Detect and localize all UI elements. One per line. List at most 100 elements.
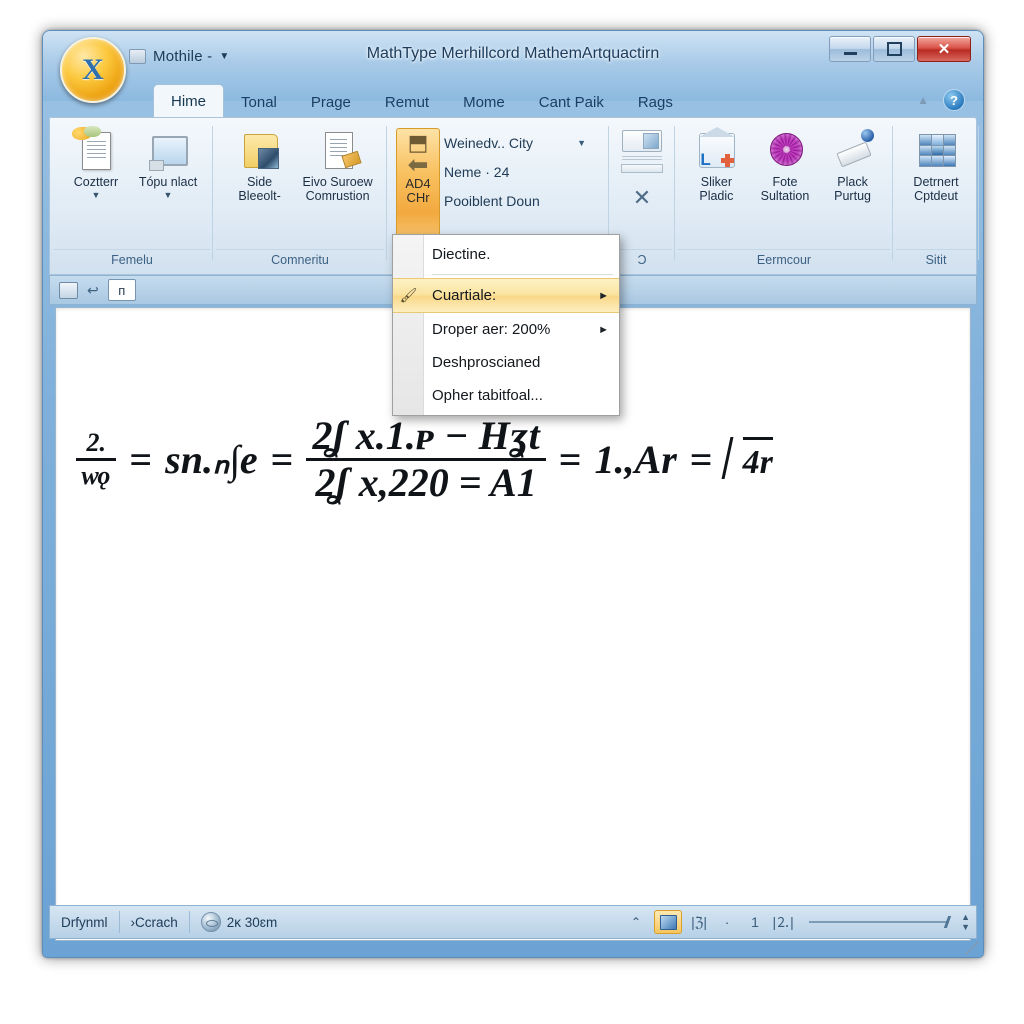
button-eivo-suroew[interactable]: Eivo Suroew Comrustion bbox=[297, 126, 378, 203]
fraction-denominator: 2ʆ x,220 = A1 bbox=[315, 460, 537, 505]
menu-separator bbox=[432, 274, 613, 275]
tab-tonal[interactable]: Tonal bbox=[224, 87, 294, 117]
document-note-icon bbox=[72, 126, 118, 172]
chevron-up-icon[interactable]: ▲ bbox=[917, 93, 929, 107]
application-window: X Mothile - ▼ MathType Merhillcord Mathe… bbox=[42, 30, 984, 958]
button-label-2: Comrustion bbox=[305, 189, 370, 203]
flower-wheel-icon bbox=[763, 130, 807, 172]
window-controls: ✕ bbox=[829, 36, 971, 62]
button-coztterr[interactable]: Coztterr ▼ bbox=[60, 126, 132, 200]
equation-content[interactable]: 2. ᴡǫ = sn.ₙ∫e = 2ʆ x.1.ᴘ − Hʓt 2ʆ x,220… bbox=[76, 416, 960, 503]
submenu-arrow-icon: ► bbox=[598, 323, 609, 336]
group-divider bbox=[212, 126, 213, 260]
view-draft-button[interactable]: |⒉| bbox=[771, 912, 795, 933]
quick-access-doc-label: Mothile - bbox=[153, 47, 213, 65]
ribbon-tabs: Hime Tonal Prage Remut Mome Cant Paik Ra… bbox=[153, 83, 690, 117]
status-page-info[interactable]: 2ᴋ 30ɛm bbox=[190, 911, 288, 933]
button-sliker-pladic[interactable]: L Sliker Pladic bbox=[684, 126, 749, 203]
house-add-icon: L bbox=[694, 127, 738, 172]
orb-glyph-icon: X bbox=[82, 53, 104, 86]
tab-remut[interactable]: Remut bbox=[368, 87, 446, 117]
resize-grip[interactable] bbox=[965, 941, 979, 955]
stamp-icon[interactable] bbox=[59, 281, 78, 299]
ribbon-group-label: Eermcour bbox=[678, 249, 890, 270]
pi-button[interactable]: ᴨ bbox=[107, 279, 136, 301]
chevron-down-icon[interactable]: ▼ bbox=[92, 190, 101, 200]
ribbon-group-items: Side Bleeolt- Eivo Suroew Comrustion bbox=[216, 120, 384, 244]
chevron-up-icon[interactable]: ⌃ bbox=[621, 915, 651, 929]
stepper-down-icon[interactable]: ▼ bbox=[961, 923, 970, 932]
font-combo-stack: Weinedv.. City ▼ Neme · 24 Pooiblent Dou… bbox=[440, 126, 590, 212]
office-orb-button[interactable]: X bbox=[60, 37, 126, 103]
save-icon[interactable] bbox=[129, 48, 146, 64]
equals-sign-2: = bbox=[270, 437, 294, 482]
button-fote-sultation[interactable]: Fote Sultation bbox=[749, 126, 821, 203]
button-label: Detrnert bbox=[913, 175, 959, 189]
grid-layout-icon bbox=[914, 130, 958, 172]
button-label: Coztterr bbox=[73, 175, 119, 189]
menu-item-opher-tabitfoal[interactable]: Opher tabitfoal... bbox=[393, 379, 619, 412]
minimize-button[interactable] bbox=[829, 36, 871, 62]
submenu-arrow-icon: ► bbox=[598, 289, 609, 302]
font-size-combo[interactable]: Neme · 24 bbox=[440, 161, 590, 183]
status-item-drfynml[interactable]: Drfynml bbox=[50, 911, 120, 933]
menu-item-cuartiale[interactable]: 🖌 Cuartiale: ► bbox=[393, 278, 619, 313]
button-side-bleeolt[interactable]: Side Bleeolt- bbox=[222, 126, 297, 203]
help-icon[interactable]: ? bbox=[943, 89, 965, 111]
menu-item-droper-aer[interactable]: Droper aer: 200% ► bbox=[393, 313, 619, 346]
preview-stack[interactable]: ✕ bbox=[618, 126, 666, 209]
ribbon-group-preview: ✕ Ɔ bbox=[612, 120, 672, 270]
maximize-button[interactable] bbox=[873, 36, 915, 62]
button-ad4-chr[interactable]: ⬒ ⬅ AD4 CHr bbox=[396, 128, 440, 250]
group-divider bbox=[978, 126, 979, 260]
view-web-layout-button[interactable]: · bbox=[715, 912, 739, 933]
font-name-combo[interactable]: Weinedv.. City ▼ bbox=[440, 132, 590, 154]
tab-cant-paik[interactable]: Cant Paik bbox=[522, 87, 621, 117]
style-combo[interactable]: Pooiblent Doun bbox=[440, 190, 590, 212]
chevron-down-icon[interactable]: ▼ bbox=[577, 138, 586, 148]
brush-icon: 🖌 bbox=[399, 287, 418, 303]
close-button[interactable]: ✕ bbox=[917, 36, 971, 62]
app-screenshot: X Mothile - ▼ MathType Merhillcord Mathe… bbox=[0, 0, 1024, 1024]
context-menu[interactable]: Diectine. 🖌 Cuartiale: ► Droper aer: 200… bbox=[392, 234, 620, 416]
menu-item-diectine[interactable]: Diectine. bbox=[393, 238, 619, 271]
tab-rags[interactable]: Rags bbox=[621, 87, 690, 117]
equation-term-1: 2. ᴡǫ bbox=[76, 430, 117, 489]
tab-hime[interactable]: Hime bbox=[153, 84, 225, 117]
equation-main-fraction: 2ʆ x.1.ᴘ − Hʓt 2ʆ x,220 = A1 bbox=[306, 416, 546, 505]
button-topu-nlact[interactable]: Tópu nlact ▼ bbox=[132, 126, 204, 200]
button-plack-purtug[interactable]: Plack Purtug bbox=[821, 126, 884, 203]
button-label-2: Bleeolt- bbox=[238, 189, 281, 203]
zoom-slider-knob[interactable] bbox=[943, 916, 952, 928]
status-item-ccrach[interactable]: ›Ccrach bbox=[120, 911, 190, 933]
tab-mome[interactable]: Mome bbox=[446, 87, 522, 117]
folder-image-icon bbox=[238, 130, 282, 172]
tab-label: Tonal bbox=[241, 93, 277, 111]
chevron-down-icon[interactable]: ▼ bbox=[164, 190, 173, 200]
view-full-screen-button[interactable]: |ℨ| bbox=[687, 912, 711, 933]
ribbon-group-items: ✕ bbox=[612, 120, 672, 244]
tab-prage[interactable]: Prage bbox=[294, 87, 368, 117]
undo-arrow-icon[interactable]: ↩ bbox=[87, 283, 99, 297]
status-view-controls: |ℨ| · 1 |⒉| ▲ ▼ bbox=[651, 910, 976, 934]
stepper-up-icon[interactable]: ▲ bbox=[961, 913, 970, 922]
button-label: Tópu nlact bbox=[138, 175, 198, 189]
zoom-stepper[interactable]: ▲ ▼ bbox=[961, 913, 970, 932]
button-label-2: Purtug bbox=[834, 189, 871, 203]
ribbon-group-label: Comneritu bbox=[216, 249, 384, 270]
menu-item-label: Diectine. bbox=[432, 246, 491, 263]
button-label-2: Cptdeut bbox=[914, 189, 958, 203]
ribbon-group-femelu: Coztterr ▼ Tópu nlact ▼ Femelu bbox=[54, 120, 210, 270]
view-outline-button[interactable]: 1 bbox=[743, 912, 767, 933]
ribbon-group-items: L Sliker Pladic Fote Sultation Plack Pur… bbox=[678, 120, 890, 244]
menu-item-deshproscianed[interactable]: Deshproscianed bbox=[393, 346, 619, 379]
button-detrnert-cptdeut[interactable]: Detrnert Cptdeut bbox=[902, 126, 970, 203]
preview-thumbnail-icon[interactable] bbox=[622, 130, 662, 152]
close-x-icon[interactable]: ✕ bbox=[633, 187, 651, 209]
view-print-layout-button[interactable] bbox=[654, 910, 683, 934]
zoom-slider[interactable] bbox=[809, 916, 952, 928]
quick-access-toolbar: Mothile - ▼ bbox=[129, 45, 229, 67]
button-label: Plack bbox=[837, 175, 868, 189]
close-icon: ✕ bbox=[937, 40, 951, 58]
chevron-down-icon[interactable]: ▼ bbox=[219, 51, 229, 62]
